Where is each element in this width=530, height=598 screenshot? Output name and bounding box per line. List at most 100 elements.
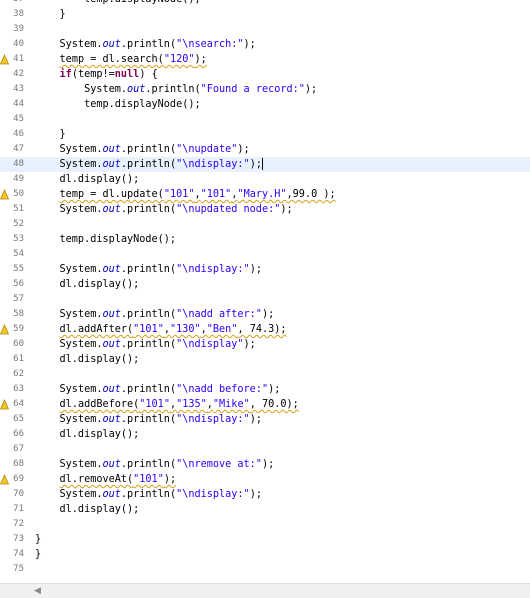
code-line[interactable]: 63 System.out.println("\nadd before:");: [0, 382, 530, 397]
code-text[interactable]: temp = dl.search("120");: [35, 52, 207, 67]
code-line[interactable]: 74}: [0, 547, 530, 562]
code-text[interactable]: temp.displayNode();: [35, 97, 201, 112]
warning-icon[interactable]: [0, 474, 9, 485]
code-line[interactable]: 62: [0, 367, 530, 382]
code-line[interactable]: 58 System.out.println("\nadd after:");: [0, 307, 530, 322]
code-text[interactable]: System.out.println("\ndisplay:");: [35, 157, 263, 172]
code-text[interactable]: dl.display();: [35, 502, 140, 517]
horizontal-scrollbar[interactable]: ◀: [0, 583, 530, 598]
code-line[interactable]: 71 dl.display();: [0, 502, 530, 517]
code-line[interactable]: 41 temp = dl.search("120");: [0, 52, 530, 67]
line-number: 47: [13, 144, 24, 154]
code-line[interactable]: 38 }: [0, 7, 530, 22]
code-line[interactable]: 50 temp = dl.update("101","101","Mary.H"…: [0, 187, 530, 202]
code-text[interactable]: System.out.println("\ndisplay");: [35, 337, 256, 352]
line-number: 75: [13, 564, 24, 574]
line-number: 57: [13, 294, 24, 304]
code-text[interactable]: temp = dl.update("101","101","Mary.H",99…: [35, 187, 336, 202]
code-text[interactable]: }: [35, 547, 41, 562]
line-number: 74: [13, 549, 24, 559]
scroll-left-arrow-icon[interactable]: ◀: [34, 586, 41, 596]
code-text[interactable]: System.out.println("\ndisplay:");: [35, 262, 262, 277]
line-number: 54: [13, 249, 24, 259]
code-line[interactable]: 64 dl.addBefore("101","135","Mike", 70.0…: [0, 397, 530, 412]
code-line[interactable]: 44 temp.displayNode();: [0, 97, 530, 112]
code-line[interactable]: 39: [0, 22, 530, 37]
code-line[interactable]: 57: [0, 292, 530, 307]
code-line[interactable]: 75: [0, 562, 530, 577]
code-line[interactable]: 60 System.out.println("\ndisplay");: [0, 337, 530, 352]
code-text[interactable]: dl.display();: [35, 277, 140, 292]
line-number: 72: [13, 519, 24, 529]
line-number: 56: [13, 279, 24, 289]
code-line[interactable]: 59 dl.addAfter("101","130","Ben", 74.3);: [0, 322, 530, 337]
code-text[interactable]: }: [35, 127, 66, 142]
line-number: 45: [13, 114, 24, 124]
code-text[interactable]: System.out.println("\ndisplay:");: [35, 487, 262, 502]
line-number: 49: [13, 174, 24, 184]
code-text[interactable]: dl.display();: [35, 427, 140, 442]
code-text[interactable]: }: [35, 7, 66, 22]
line-number: 53: [13, 234, 24, 244]
line-number: 42: [13, 69, 24, 79]
code-editor[interactable]: 37 temp.displayNode();38 }3940 System.ou…: [0, 0, 530, 583]
line-number: 60: [13, 339, 24, 349]
code-text[interactable]: System.out.println("\ndisplay:");: [35, 412, 262, 427]
code-line[interactable]: 48 System.out.println("\ndisplay:");: [0, 157, 530, 172]
code-line[interactable]: 46 }: [0, 127, 530, 142]
line-number: 52: [13, 219, 24, 229]
line-number: 43: [13, 84, 24, 94]
code-line[interactable]: 40 System.out.println("\nsearch:");: [0, 37, 530, 52]
line-number: 73: [13, 534, 24, 544]
code-text[interactable]: temp.displayNode();: [35, 0, 201, 7]
code-line[interactable]: 73}: [0, 532, 530, 547]
line-number: 37: [0, 0, 24, 7]
code-line[interactable]: 49 dl.display();: [0, 172, 530, 187]
line-number: 55: [13, 264, 24, 274]
code-line[interactable]: 65 System.out.println("\ndisplay:");: [0, 412, 530, 427]
code-line[interactable]: 55 System.out.println("\ndisplay:");: [0, 262, 530, 277]
line-number: 70: [13, 489, 24, 499]
code-line[interactable]: 61 dl.display();: [0, 352, 530, 367]
code-text[interactable]: System.out.println("Found a record:");: [35, 82, 317, 97]
code-line[interactable]: 66 dl.display();: [0, 427, 530, 442]
code-text[interactable]: dl.display();: [35, 352, 140, 367]
code-text[interactable]: if(temp!=null) {: [35, 67, 158, 82]
line-number: 63: [13, 384, 24, 394]
warning-icon[interactable]: [0, 54, 9, 65]
code-line[interactable]: 47 System.out.println("\nupdate");: [0, 142, 530, 157]
code-line[interactable]: 72: [0, 517, 530, 532]
code-line[interactable]: 42 if(temp!=null) {: [0, 67, 530, 82]
code-line[interactable]: 68 System.out.println("\nremove at:");: [0, 457, 530, 472]
code-text[interactable]: System.out.println("\nupdated node:");: [35, 202, 293, 217]
code-line[interactable]: 56 dl.display();: [0, 277, 530, 292]
warning-icon[interactable]: [0, 324, 9, 335]
line-number: 38: [13, 9, 24, 19]
code-line[interactable]: 43 System.out.println("Found a record:")…: [0, 82, 530, 97]
line-number: 39: [13, 24, 24, 34]
code-line[interactable]: 52: [0, 217, 530, 232]
code-text[interactable]: dl.addAfter("101","130","Ben", 74.3);: [35, 322, 287, 337]
line-number: 40: [13, 39, 24, 49]
code-line[interactable]: 45: [0, 112, 530, 127]
code-text[interactable]: System.out.println("\nadd after:");: [35, 307, 275, 322]
code-line[interactable]: 37 temp.displayNode();: [0, 0, 530, 7]
code-line[interactable]: 51 System.out.println("\nupdated node:")…: [0, 202, 530, 217]
code-line[interactable]: 53 temp.displayNode();: [0, 232, 530, 247]
code-line[interactable]: 70 System.out.println("\ndisplay:");: [0, 487, 530, 502]
code-text[interactable]: dl.removeAt("101");: [35, 472, 177, 487]
code-text[interactable]: System.out.println("\nadd before:");: [35, 382, 281, 397]
warning-icon[interactable]: [0, 189, 9, 200]
code-text[interactable]: dl.addBefore("101","135","Mike", 70.0);: [35, 397, 299, 412]
code-line[interactable]: 54: [0, 247, 530, 262]
code-line[interactable]: 69 dl.removeAt("101");: [0, 472, 530, 487]
code-text[interactable]: System.out.println("\nremove at:");: [35, 457, 275, 472]
line-number: 65: [13, 414, 24, 424]
code-text[interactable]: temp.displayNode();: [35, 232, 177, 247]
code-text[interactable]: System.out.println("\nsearch:");: [35, 37, 256, 52]
code-text[interactable]: dl.display();: [35, 172, 140, 187]
warning-icon[interactable]: [0, 399, 9, 410]
code-line[interactable]: 67: [0, 442, 530, 457]
code-text[interactable]: System.out.println("\nupdate");: [35, 142, 250, 157]
code-text[interactable]: }: [35, 532, 41, 547]
